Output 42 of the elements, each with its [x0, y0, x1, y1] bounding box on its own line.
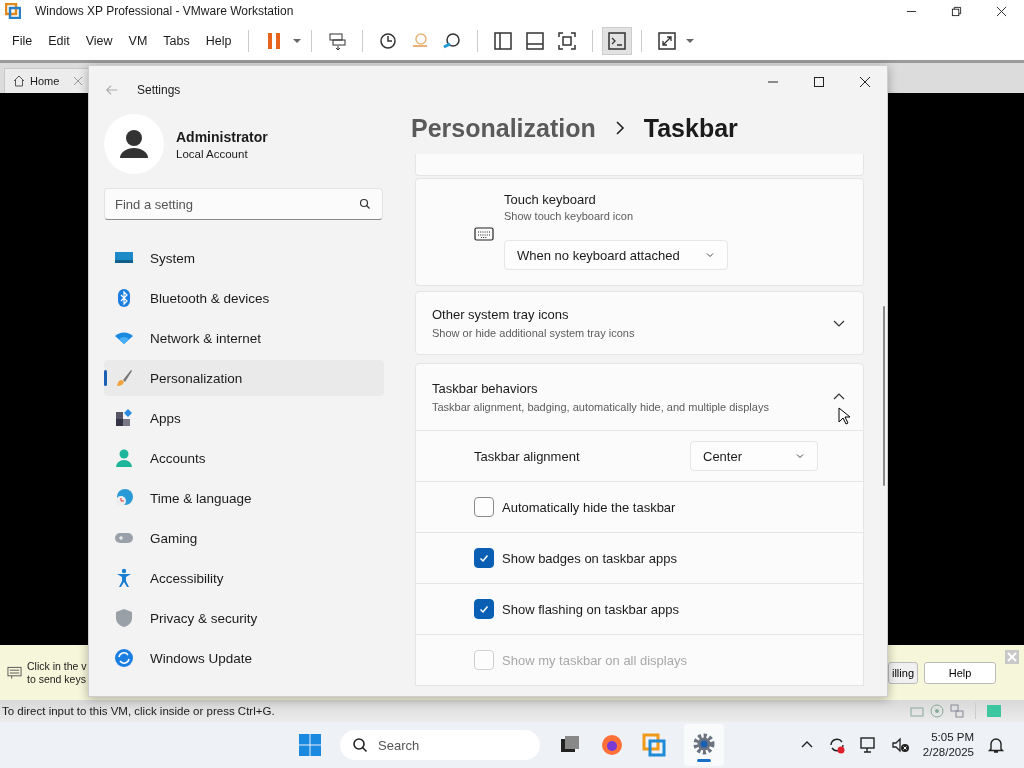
nav-item[interactable]: Privacy & security — [104, 600, 384, 636]
hint-text: to send keys — [27, 672, 87, 686]
checkbox-label[interactable]: Automatically hide the taskbar — [502, 499, 676, 515]
status-text: To direct input to this VM, click inside or press Ctrl+G. — [2, 705, 275, 717]
checkbox-label[interactable]: Show flashing on taskbar apps — [502, 601, 680, 617]
breadcrumb-link[interactable]: Personalization — [411, 113, 596, 143]
menu-item[interactable]: VM — [120, 34, 156, 48]
search-field[interactable]: Search — [340, 730, 540, 760]
hint-button[interactable]: illing — [888, 661, 918, 684]
user-name: Administrator — [176, 128, 268, 145]
nav-item[interactable]: Windows Update — [104, 640, 384, 676]
nav-item[interactable]: Network & internet — [104, 320, 384, 356]
clock-time[interactable]: 5:05 PM — [931, 730, 974, 745]
menu-item[interactable]: Tabs — [155, 34, 198, 48]
expander-header[interactable]: Taskbar behaviors Taskbar alignment, badging, automatically hide, and multiple displays — [415, 363, 864, 431]
clock-date[interactable]: 2/28/2025 — [922, 745, 974, 760]
menu-item[interactable]: File — [4, 34, 41, 48]
nav-item[interactable]: Time & language — [104, 480, 384, 516]
dropdown[interactable]: When no keyboard attached — [504, 240, 728, 270]
nav-item[interactable]: Accounts — [104, 440, 384, 476]
menu-item[interactable]: Help — [197, 34, 240, 48]
menu-item[interactable]: Edit — [40, 34, 78, 48]
page-title: Taskbar — [643, 113, 738, 143]
nav-item[interactable]: Accessibility — [104, 560, 384, 596]
nav-item[interactable]: Gaming — [104, 520, 384, 556]
account-type: Local Account — [176, 147, 249, 160]
window-title: Windows XP Professional - VMware Workstation — [35, 4, 294, 18]
nav-item[interactable]: Personalization — [104, 360, 384, 396]
search-field[interactable]: Find a setting — [104, 188, 383, 220]
hint-button[interactable]: Help — [924, 661, 996, 684]
window-title: Settings — [137, 83, 181, 97]
hint-text: Click in the v — [27, 659, 87, 673]
nav-item[interactable]: Bluetooth & devices — [104, 280, 384, 316]
setting-description: Show touch keyboard icon — [504, 210, 635, 222]
nav-item[interactable]: Apps — [104, 400, 384, 436]
setting-title: Touch keyboard — [504, 192, 597, 207]
nav-item[interactable]: System — [104, 240, 384, 276]
expander-header[interactable]: Other system tray icons Show or hide additional system tray icons — [415, 291, 864, 355]
checkbox-label[interactable]: Show badges on taskbar apps — [502, 550, 677, 566]
menu-item[interactable]: View — [77, 34, 121, 48]
dropdown[interactable]: Center — [690, 441, 818, 471]
setting-label: Taskbar alignment — [474, 448, 580, 464]
